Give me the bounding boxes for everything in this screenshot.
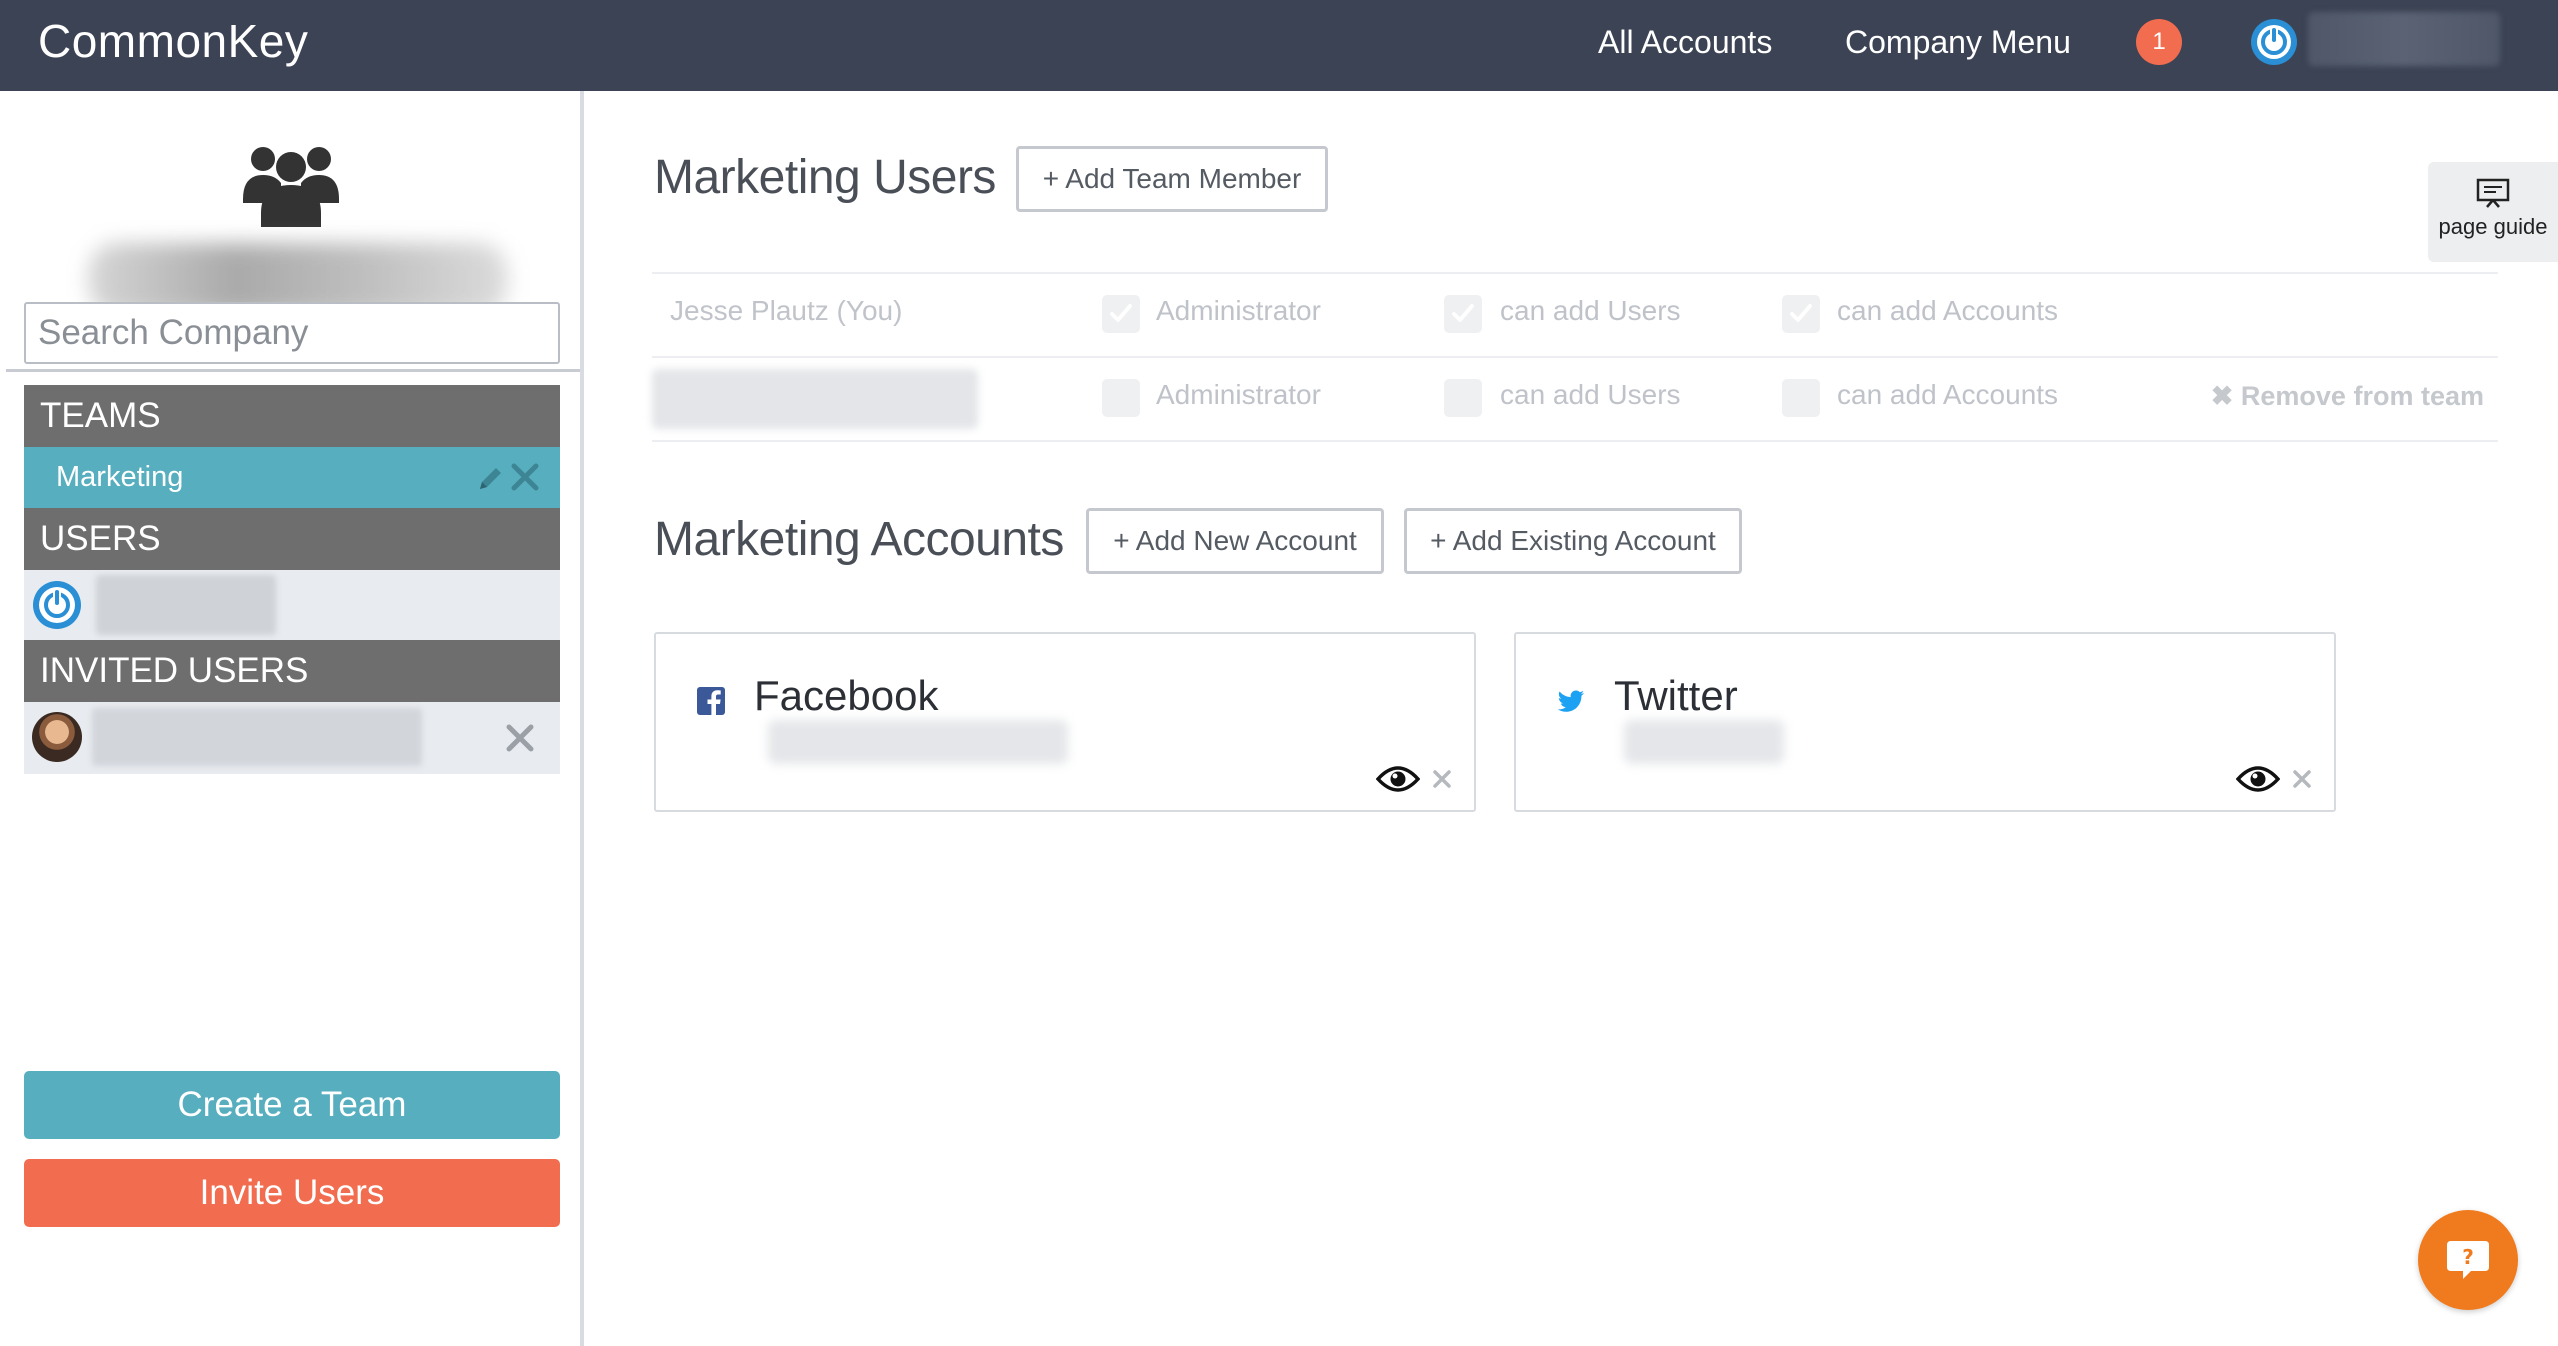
close-icon: ✖ [2210, 381, 2241, 411]
users-heading: USERS [24, 508, 560, 570]
check-icon [1452, 304, 1474, 322]
user-name-redacted [96, 575, 276, 635]
help-chat-icon: ? [2447, 1241, 2489, 1279]
create-team-button[interactable]: Create a Team [24, 1071, 560, 1139]
account-name: Facebook [754, 672, 939, 719]
help-chat-button[interactable]: ? [2418, 1210, 2518, 1310]
search-company-input[interactable] [24, 302, 560, 364]
account-name: Twitter [1614, 672, 1738, 719]
commonkey-power-icon [33, 581, 81, 629]
member-name: Jesse Plautz (You) [670, 295, 903, 326]
can-add-users-label: can add Users [1500, 295, 1681, 326]
can-add-users-label: can add Users [1500, 379, 1681, 410]
sidebar-item-marketing[interactable]: Marketing [24, 447, 560, 508]
team-name-label: Marketing [56, 461, 184, 493]
nav-company-menu[interactable]: Company Menu [1845, 24, 2071, 61]
page-title: Marketing Users [654, 151, 996, 204]
sidebar-divider [6, 369, 580, 372]
remove-from-team-button[interactable]: ✖ Remove from team [2211, 381, 2484, 412]
administrator-checkbox[interactable] [1102, 379, 1140, 417]
account-detail-redacted [1624, 720, 1784, 764]
page-guide-label: page guide [2438, 214, 2548, 239]
remove-label: Remove from team [2240, 381, 2484, 411]
teams-heading: TEAMS [24, 385, 560, 447]
page-guide-button[interactable]: page guide [2428, 162, 2558, 262]
check-icon [1790, 304, 1812, 322]
close-icon[interactable] [1430, 767, 1454, 791]
table-row: Jesse Plautz (You) Administrator can add… [652, 273, 2498, 357]
pencil-edit-icon[interactable] [476, 463, 506, 493]
close-icon[interactable] [508, 460, 542, 494]
can-add-users-checkbox[interactable] [1444, 295, 1482, 333]
brand-logo[interactable]: CommonKey [38, 14, 308, 68]
table-row: Administrator can add Users can add Acco… [652, 357, 2498, 441]
add-team-member-button[interactable]: + Add Team Member [1016, 146, 1328, 212]
close-icon[interactable] [2290, 767, 2314, 791]
account-detail-redacted [768, 720, 1068, 764]
list-item[interactable] [24, 570, 560, 640]
user-power-icon[interactable] [2250, 18, 2298, 66]
list-item[interactable] [24, 702, 560, 774]
can-add-accounts-label: can add Accounts [1837, 295, 2059, 326]
administrator-checkbox[interactable] [1102, 295, 1140, 333]
account-card-twitter[interactable]: Twitter [1514, 632, 2336, 812]
can-add-users-checkbox[interactable] [1444, 379, 1482, 417]
can-add-accounts-label: can add Accounts [1837, 379, 2059, 410]
account-card-facebook[interactable]: Facebook [654, 632, 1476, 812]
accounts-title: Marketing Accounts [654, 513, 1064, 566]
can-add-accounts-checkbox[interactable] [1782, 295, 1820, 333]
member-name-redacted [652, 369, 978, 429]
user-name-redacted[interactable] [2308, 12, 2500, 66]
check-icon [1110, 304, 1132, 322]
twitter-icon [1557, 690, 1584, 712]
eye-icon[interactable] [2236, 764, 2280, 794]
eye-icon[interactable] [1376, 764, 1420, 794]
svg-text:?: ? [2462, 1245, 2474, 1269]
team-group-icon [243, 147, 339, 227]
administrator-label: Administrator [1156, 295, 1321, 326]
presentation-icon [2476, 178, 2510, 208]
add-new-account-button[interactable]: + Add New Account [1086, 508, 1384, 574]
notification-badge[interactable]: 1 [2136, 19, 2182, 65]
top-navigation-bar: CommonKey All Accounts Company Menu 1 [0, 0, 2558, 91]
invited-users-heading: INVITED USERS [24, 640, 560, 702]
invited-user-redacted [92, 708, 422, 766]
nav-all-accounts[interactable]: All Accounts [1598, 24, 1772, 61]
can-add-accounts-checkbox[interactable] [1782, 379, 1820, 417]
avatar [32, 712, 82, 762]
invite-users-button[interactable]: Invite Users [24, 1159, 560, 1227]
add-existing-account-button[interactable]: + Add Existing Account [1404, 508, 1742, 574]
close-icon[interactable] [502, 720, 538, 756]
administrator-label: Administrator [1156, 379, 1321, 410]
facebook-icon [697, 687, 725, 715]
